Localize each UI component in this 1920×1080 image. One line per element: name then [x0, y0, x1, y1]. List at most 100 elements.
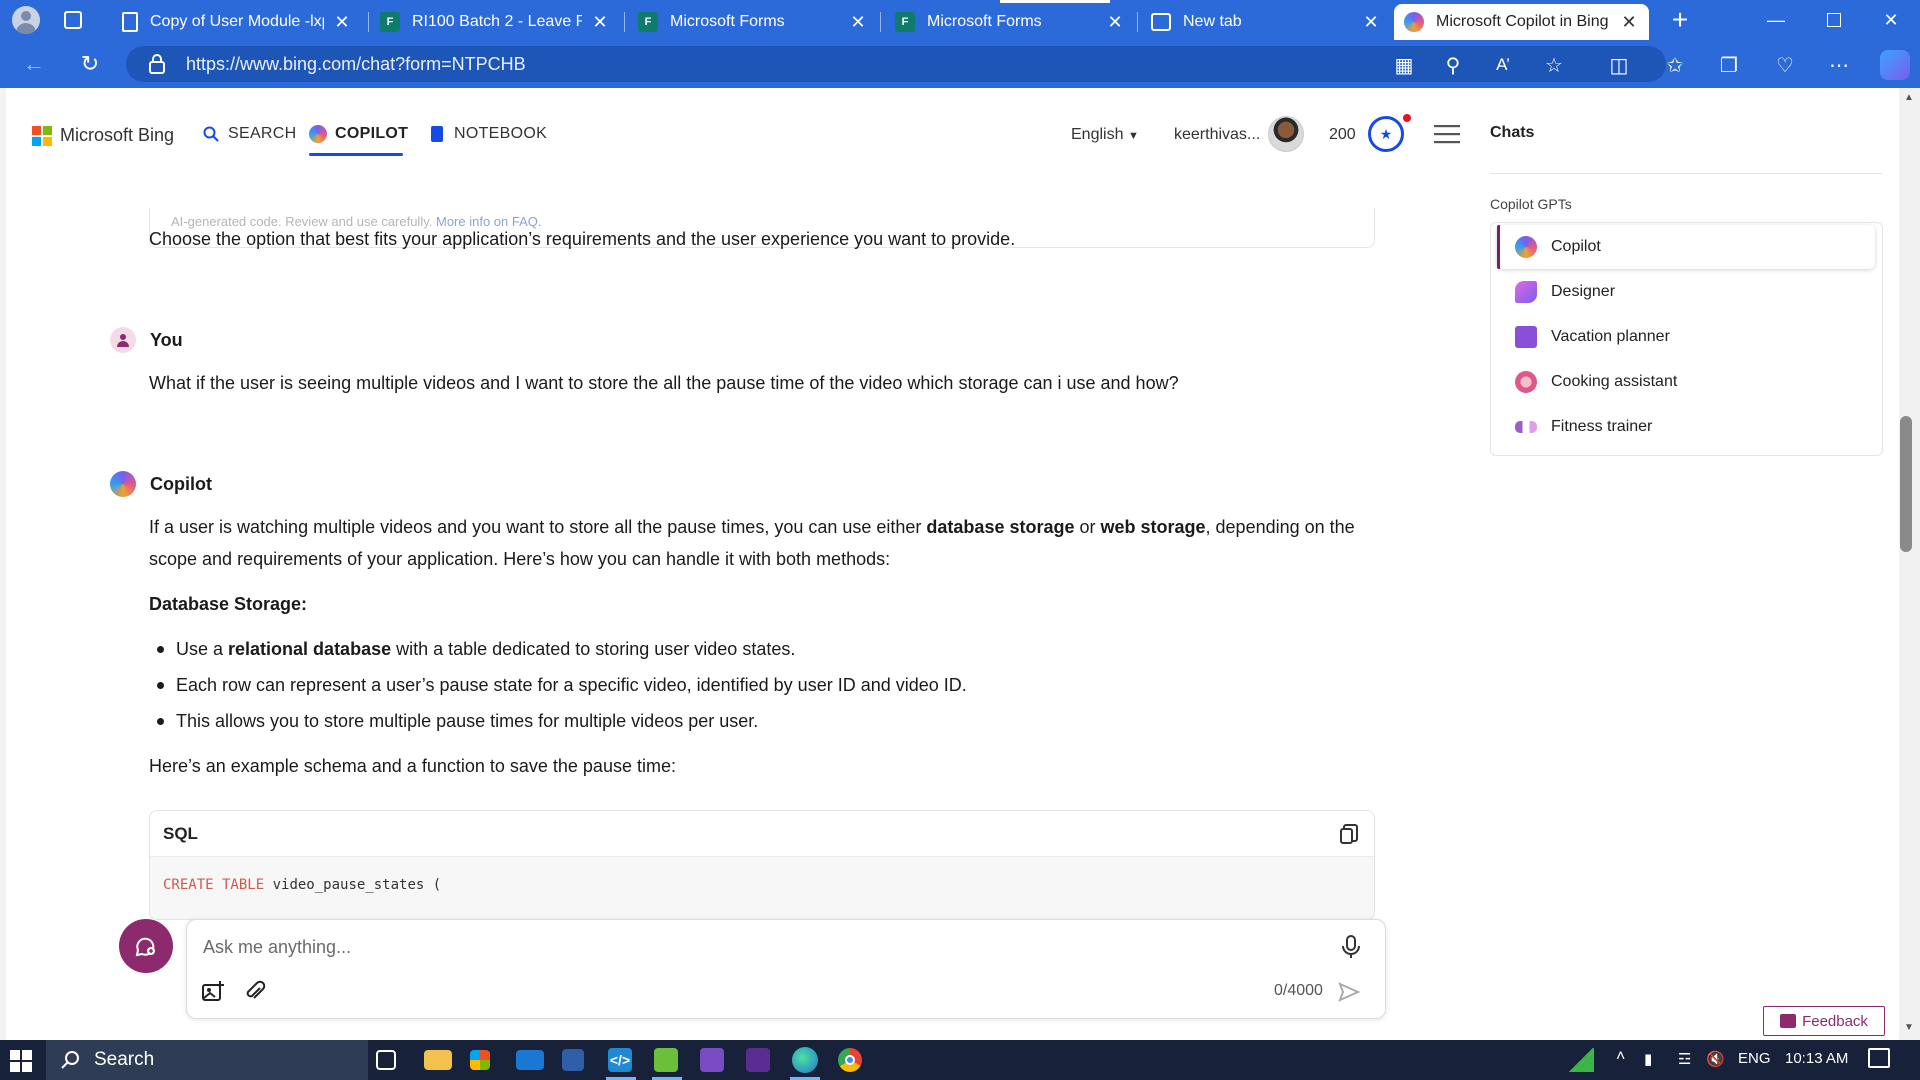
gpt-item-copilot[interactable]: Copilot: [1497, 225, 1875, 269]
send-icon[interactable]: [1337, 980, 1361, 1004]
read-aloud-icon[interactable]: A’: [1490, 52, 1516, 78]
bing-copilot-page: Microsoft Bing SEARCH COPILOT NOTEBOOK E…: [6, 88, 1899, 1040]
tab-user-module[interactable]: Copy of User Module -lxp ✕: [112, 4, 362, 40]
forms-icon: F: [638, 12, 658, 32]
list-item: This allows you to store multiple pause …: [157, 705, 758, 737]
apps-icon[interactable]: ▦: [1391, 52, 1417, 78]
answer-bold-term: database storage: [926, 517, 1075, 537]
character-count: 0/4000: [1274, 982, 1323, 999]
close-icon[interactable]: ✕: [848, 12, 868, 33]
new-tab-button[interactable]: +: [1664, 4, 1696, 36]
minimize-icon[interactable]: —: [1747, 0, 1805, 40]
close-window-icon[interactable]: ✕: [1862, 0, 1920, 40]
tab-new-tab[interactable]: New tab ✕: [1141, 4, 1391, 40]
microsoft-bing-logo[interactable]: Microsoft Bing: [32, 125, 174, 146]
chat-input[interactable]: [203, 932, 1303, 962]
vscode-icon[interactable]: </>: [608, 1048, 632, 1072]
active-tab-indicator: [309, 153, 403, 156]
chrome-icon[interactable]: [838, 1048, 862, 1072]
input-language[interactable]: ENG: [1738, 1050, 1771, 1067]
gpt-item-designer[interactable]: Designer: [1497, 270, 1875, 314]
avatar[interactable]: [1268, 116, 1304, 152]
vs-purple-icon[interactable]: [746, 1048, 770, 1072]
profile-avatar[interactable]: [12, 6, 40, 34]
favorites-icon[interactable]: ✩: [1662, 52, 1688, 78]
new-topic-button[interactable]: [119, 919, 173, 973]
menu-icon[interactable]: [1434, 124, 1460, 144]
code-text: video_pause_states (: [264, 877, 442, 893]
language-selector[interactable]: English ▼: [1071, 126, 1139, 144]
browser-essentials-icon[interactable]: ♡: [1772, 52, 1798, 78]
taskbar-search[interactable]: Search: [46, 1040, 368, 1080]
gpt-label: Cooking assistant: [1551, 373, 1678, 390]
close-icon[interactable]: ✕: [590, 12, 610, 33]
rewards-points[interactable]: 200: [1329, 126, 1356, 144]
restore-icon[interactable]: [1805, 0, 1863, 40]
vs-icon[interactable]: [700, 1048, 724, 1072]
rewards-trophy-icon[interactable]: ★: [1368, 116, 1404, 152]
tab-copilot-bing[interactable]: Microsoft Copilot in Bing ✕: [1394, 4, 1649, 40]
gpt-item-vacation-planner[interactable]: Vacation planner: [1497, 315, 1875, 359]
split-screen-icon[interactable]: ◫: [1606, 52, 1632, 78]
forms-icon: F: [380, 12, 400, 32]
feedback-button[interactable]: Feedback: [1763, 1006, 1885, 1036]
gpt-item-cooking-assistant[interactable]: Cooking assistant: [1497, 360, 1875, 404]
close-icon[interactable]: ✕: [1619, 12, 1639, 33]
favorite-star-icon[interactable]: ☆: [1541, 52, 1567, 78]
tab-leave-request[interactable]: F RI100 Batch 2 - Leave Req ✕: [370, 4, 620, 40]
back-icon[interactable]: ←: [18, 48, 50, 80]
mail-icon[interactable]: [516, 1050, 544, 1070]
wifi-icon[interactable]: ☲: [1678, 1050, 1691, 1068]
collections-icon[interactable]: ❐: [1716, 52, 1742, 78]
notebook-icon: [428, 125, 446, 143]
scroll-down-icon[interactable]: ▼: [1904, 1022, 1914, 1033]
scrollbar-thumb[interactable]: [1900, 416, 1912, 552]
attach-icon[interactable]: [243, 980, 267, 1004]
scroll-up-icon[interactable]: ▲: [1904, 92, 1914, 103]
clock[interactable]: 10:13 AM: [1785, 1050, 1848, 1067]
close-icon[interactable]: ✕: [1105, 12, 1125, 33]
notepad-icon[interactable]: [654, 1048, 678, 1072]
answer-text: or: [1074, 517, 1101, 537]
close-icon[interactable]: ✕: [1361, 12, 1381, 33]
nav-notebook[interactable]: NOTEBOOK: [428, 125, 547, 143]
copilot-icon: [1404, 12, 1424, 32]
copy-icon[interactable]: [1338, 823, 1360, 845]
battery-icon[interactable]: ▮: [1644, 1050, 1652, 1068]
page-scrollbar[interactable]: ▲ ▼: [1899, 88, 1920, 1040]
answer-bold-term: web storage: [1100, 517, 1206, 537]
snipping-icon[interactable]: [562, 1049, 584, 1071]
edge-icon[interactable]: [792, 1047, 818, 1073]
windows-start-icon[interactable]: [10, 1050, 32, 1072]
code-keyword: CREATE TABLE: [163, 877, 265, 893]
notifications-icon[interactable]: [1868, 1048, 1890, 1068]
more-options-icon[interactable]: ⋯: [1826, 52, 1852, 78]
task-view-icon[interactable]: [376, 1050, 396, 1070]
bullet-text: Each row can represent a user’s pause st…: [176, 674, 967, 695]
gpt-label: Copilot: [1551, 238, 1601, 255]
url-field[interactable]: https://www.bing.com/chat?form=NTPCHB: [126, 46, 1666, 82]
chevron-up-icon[interactable]: ˄: [1616, 1048, 1625, 1066]
file-explorer-icon[interactable]: [424, 1050, 452, 1070]
copilot-sidebar-icon[interactable]: [1880, 50, 1910, 80]
store-icon[interactable]: [470, 1050, 490, 1070]
microsoft-logo-icon: [32, 125, 52, 146]
brand-name: Microsoft Bing: [60, 125, 175, 145]
gpt-item-fitness-trainer[interactable]: Fitness trainer: [1497, 405, 1875, 449]
volume-muted-icon[interactable]: 🔇: [1706, 1050, 1725, 1068]
refresh-icon[interactable]: ↻: [74, 48, 106, 80]
network-activity-icon[interactable]: [1568, 1048, 1594, 1072]
user-message-header: You: [110, 327, 183, 353]
zoom-icon[interactable]: ⚲: [1440, 52, 1466, 78]
tab-microsoft-forms-2[interactable]: F Microsoft Forms ✕: [885, 4, 1135, 40]
image-upload-icon[interactable]: [201, 980, 225, 1004]
nav-search[interactable]: SEARCH: [202, 125, 296, 143]
tab-actions-icon[interactable]: [64, 11, 82, 29]
bullet-text: Use a: [176, 638, 224, 659]
microphone-icon[interactable]: [1339, 934, 1363, 960]
tab-microsoft-forms-1[interactable]: F Microsoft Forms ✕: [628, 4, 878, 40]
gpt-label: Designer: [1551, 283, 1616, 300]
close-icon[interactable]: ✕: [332, 12, 352, 33]
nav-copilot[interactable]: COPILOT: [309, 125, 408, 143]
user-name[interactable]: keerthivas...: [1174, 126, 1260, 144]
